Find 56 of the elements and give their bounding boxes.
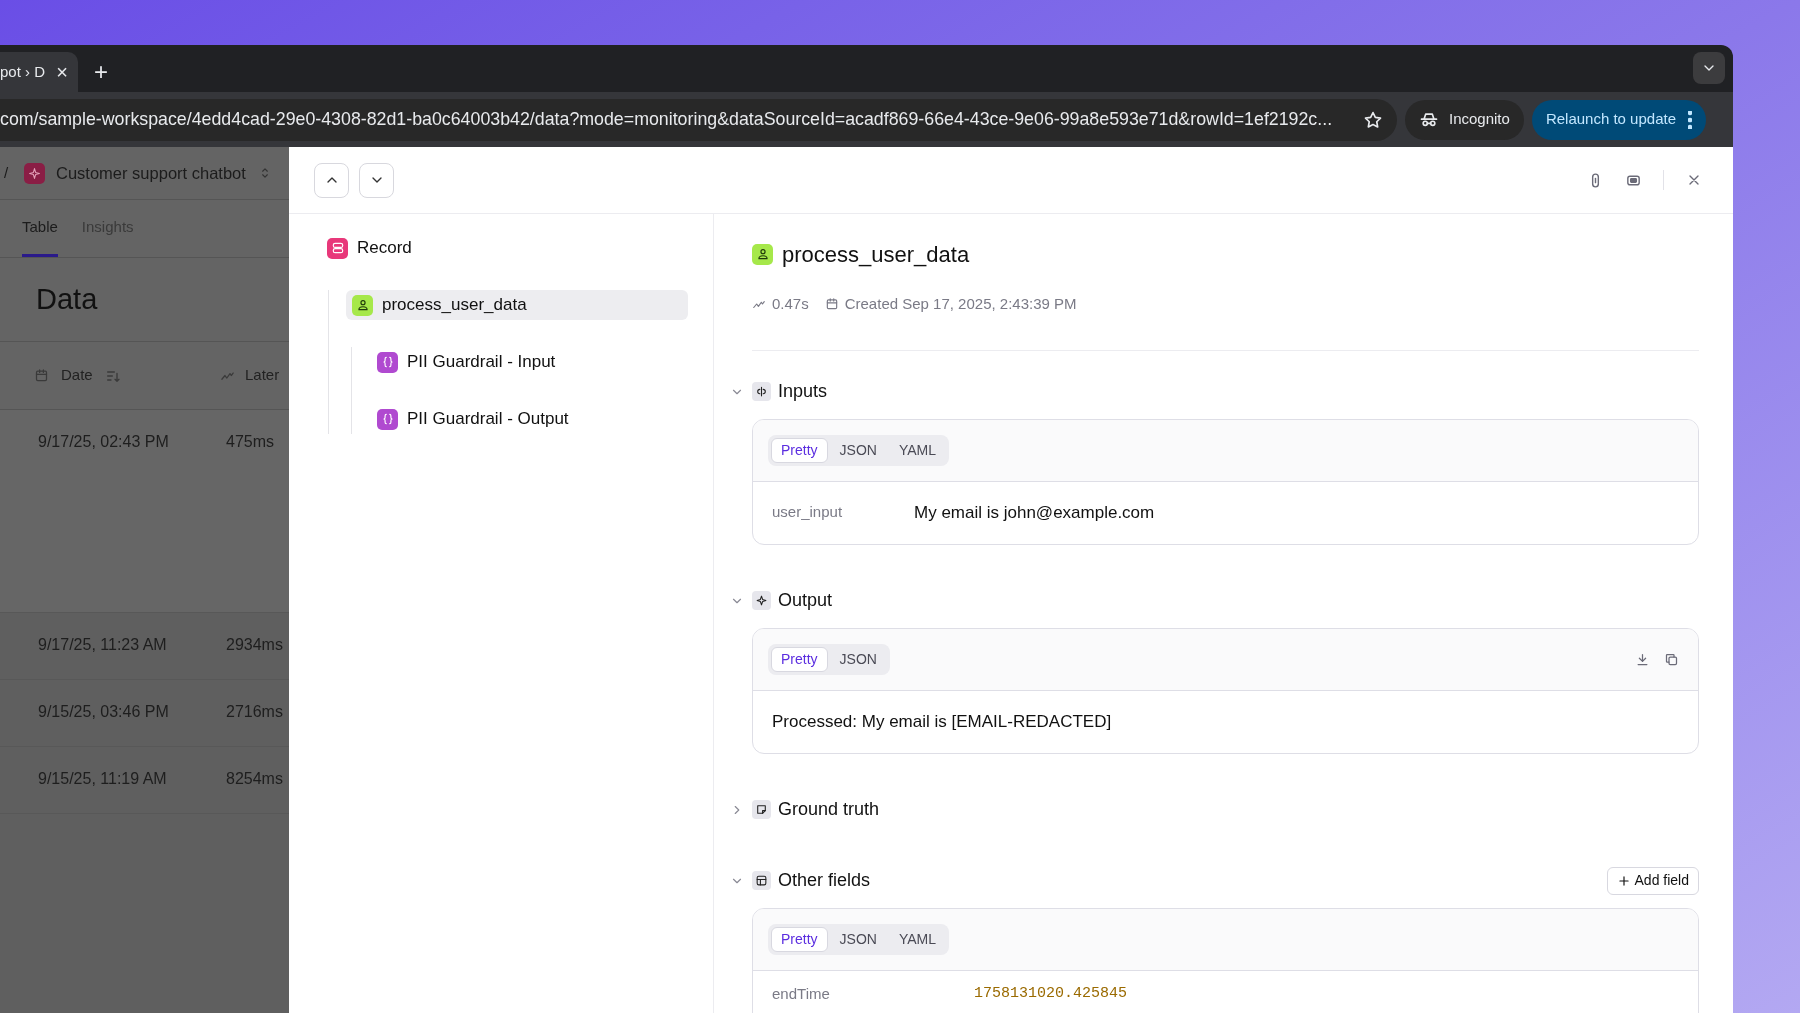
star-icon xyxy=(1363,109,1383,130)
address-bar[interactable]: com/sample-workspace/4edd4cad-29e0-4308-82d1-ba0c64003b42/data?mode=monitoring&dataSourceId=acadf869-66e4-43ce-9e06-99a8e593e71d&rowId=1ef2192c... xyxy=(0,98,1397,141)
incognito-label: Incognito xyxy=(1449,109,1510,130)
tree-item[interactable]: PII Guardrail - Output xyxy=(371,404,688,434)
table-cell-text: 9/15/25, 11:19 AM xyxy=(37,769,168,789)
download-icon xyxy=(1635,651,1650,667)
section-title[interactable]: Output xyxy=(778,587,833,614)
field-value: 1758131020.425845 xyxy=(974,983,1128,1004)
output-text: Processed: My email is [EMAIL-REDACTED] xyxy=(772,710,1112,733)
table-cell-text: 9/15/25, 03:46 PM xyxy=(37,702,170,722)
tree-item[interactable]: process_user_data xyxy=(346,290,688,320)
url-text: com/sample-workspace/4edd4cad-29e0-4308-82d1-ba0c64003b42/data?mode=monitoring&dataSourceId=acadf869-66e4-43ce-9e06-99a8e593e71d&rowId=1ef2192c... xyxy=(0,108,1333,132)
more-icon xyxy=(1688,110,1692,129)
format-tab[interactable]: Pretty xyxy=(771,437,828,463)
calendar-icon xyxy=(824,297,839,312)
browser-tab[interactable]: pot › D × xyxy=(0,52,78,92)
format-tab[interactable]: YAML xyxy=(888,926,946,952)
format-tab[interactable]: Pretty xyxy=(771,926,828,952)
table-cell-text: 8254ms xyxy=(226,769,283,789)
tree-item[interactable]: PII Guardrail - Input xyxy=(371,347,688,377)
table-cell-text: 9/17/25, 11:23 AM xyxy=(37,635,168,655)
format-tab[interactable]: JSON xyxy=(829,926,887,952)
field-key: user_input xyxy=(772,501,914,524)
table-cell-text: 475ms xyxy=(226,432,275,452)
tree-item[interactable]: Record xyxy=(327,233,688,263)
breadcrumb-separator: / xyxy=(4,162,10,183)
field-value: My email is john@example.com xyxy=(914,501,1155,524)
relaunch-button[interactable]: Relaunch to update xyxy=(1531,99,1706,140)
table-cell-text: 2716ms xyxy=(226,702,283,722)
format-tab[interactable]: JSON xyxy=(829,437,887,463)
table-cell-text: 9/17/25, 02:43 PM xyxy=(37,432,170,452)
tree-item-label: process_user_data xyxy=(382,294,527,317)
tab-title: pot › D xyxy=(0,61,45,82)
created-text: Created Sep 17, 2025, 2:43:39 PM xyxy=(844,294,1077,314)
format-tab[interactable]: JSON xyxy=(829,646,887,672)
section-title[interactable]: Inputs xyxy=(778,378,828,405)
format-tab[interactable]: Pretty xyxy=(771,646,828,672)
tree-item-label: Record xyxy=(357,237,412,260)
table-cell-text: 2934ms xyxy=(226,635,283,655)
page-title: Data xyxy=(36,281,98,317)
format-tab[interactable]: YAML xyxy=(888,437,946,463)
close-icon[interactable]: × xyxy=(56,62,68,82)
add-field-button[interactable]: Add field xyxy=(1606,866,1699,895)
tree-item-label: PII Guardrail - Input xyxy=(407,351,556,374)
tab-search-button[interactable] xyxy=(1693,52,1725,84)
tree-item-label: PII Guardrail - Output xyxy=(407,408,569,431)
field-key: endTime xyxy=(772,982,974,1005)
section-title[interactable]: Other fields xyxy=(778,867,871,894)
plus-icon xyxy=(1616,873,1631,888)
duration-text: 0.47s xyxy=(772,294,809,314)
calendar-icon xyxy=(34,368,49,383)
new-tab-button[interactable]: + xyxy=(94,60,108,84)
copy-icon xyxy=(1664,651,1679,667)
section-title[interactable]: Ground truth xyxy=(778,796,880,823)
incognito-indicator[interactable]: Incognito xyxy=(1405,99,1524,140)
record-title: process_user_data xyxy=(782,240,970,269)
